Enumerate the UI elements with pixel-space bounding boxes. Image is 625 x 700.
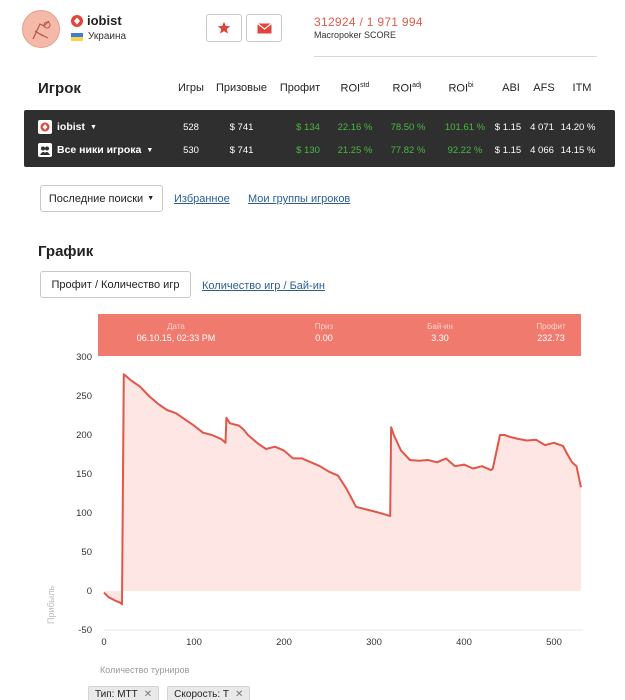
caret-down-icon: ▼ <box>90 123 97 131</box>
cell-profit: $ 134 <box>296 122 320 133</box>
col-roi-bi[interactable]: ROIbi <box>441 82 481 95</box>
cell-prizes: $ 741 <box>229 145 254 156</box>
cell-games: 530 <box>183 145 199 156</box>
tab-profit-games[interactable]: Профит / Количество игр <box>40 271 191 298</box>
score-label: Macropoker SCORE <box>314 30 397 40</box>
y-axis-label: Прибыль <box>46 586 56 624</box>
col-abi[interactable]: ABI <box>498 82 524 94</box>
player-section-title: Игрок <box>38 80 81 97</box>
all-nicks-dropdown[interactable]: Все ники игрока ▼ <box>38 143 153 157</box>
close-icon[interactable]: ✕ <box>235 689 243 700</box>
y-tick-label: 100 <box>76 508 92 519</box>
cell-profit: $ 130 <box>296 145 320 156</box>
cell-roi-adj: 77.82 % <box>390 145 426 156</box>
tooltip-buyin: Бай-ин 3.30 <box>427 322 453 343</box>
tooltip-profit: Профит 232.73 <box>536 322 566 343</box>
tab-games-buyin[interactable]: Количество игр / Бай-ин <box>202 280 325 292</box>
stats-row-all-nicks: Все ники игрока ▼ 530 $ 741 $ 130 21.25 … <box>24 140 615 160</box>
all-nicks-label: Все ники игрока <box>57 144 142 156</box>
col-games[interactable]: Игры <box>176 82 206 94</box>
player-name[interactable]: iobist <box>87 13 122 28</box>
col-itm[interactable]: ITM <box>569 82 595 94</box>
nick-label: iobist <box>57 121 85 133</box>
x-tick-label: 200 <box>276 637 292 648</box>
header-divider <box>314 56 597 57</box>
col-profit[interactable]: Профит <box>276 82 324 94</box>
x-tick-label: 0 <box>101 637 106 648</box>
tooltip-prize: Приз 0.00 <box>314 322 334 343</box>
cell-roi-bi: 92.22 % <box>447 145 483 156</box>
col-prizes[interactable]: Призовые <box>214 82 269 94</box>
col-roi-std[interactable]: ROIstd <box>335 82 375 95</box>
favorites-link[interactable]: Избранное <box>174 193 230 205</box>
x-tick-label: 400 <box>456 637 472 648</box>
x-tick-label: 100 <box>186 637 202 648</box>
y-tick-label: 300 <box>76 352 92 363</box>
tooltip-date: Дата 06.10.15, 02:33 PM <box>136 322 216 343</box>
message-button[interactable] <box>246 14 282 42</box>
caret-down-icon: ▼ <box>147 195 155 202</box>
caret-down-icon: ▼ <box>146 146 154 154</box>
y-tick-label: 200 <box>76 430 92 441</box>
x-tick-label: 500 <box>546 637 562 648</box>
close-icon[interactable]: ✕ <box>144 689 152 700</box>
recent-searches-dropdown[interactable]: Последние поиски ▼ <box>40 185 163 212</box>
graph-section-title: График <box>38 243 94 260</box>
score-value: 312924 / 1 971 994 <box>314 15 423 29</box>
profit-chart: -50 0 50 100 150 200 250 300 0 100 200 300 400 500 П… <box>46 352 583 675</box>
x-tick-label: 300 <box>366 637 382 648</box>
pokerstars-icon <box>71 14 83 27</box>
col-afs[interactable]: AFS <box>531 82 557 94</box>
profit-area <box>104 374 581 605</box>
cell-roi-bi: 101.61 % <box>444 122 486 133</box>
data-tooltip: Дата 06.10.15, 02:33 PM Приз 0.00 Бай-ин 3.… <box>98 314 581 356</box>
x-axis-label: Количество турниров <box>100 665 189 675</box>
y-tick-label: 0 <box>87 586 92 597</box>
cell-prizes: $ 741 <box>229 122 254 133</box>
cell-roi-adj: 78.50 % <box>390 122 426 133</box>
player-stats-panel: iobist ▼ 528 $ 741 $ 134 22.16 % 78.50 %… <box>24 110 615 167</box>
ukraine-flag-icon <box>71 32 83 41</box>
cell-afs: 4 066 <box>530 145 554 156</box>
my-groups-link[interactable]: Мои группы игроков <box>248 193 350 205</box>
pokerstars-icon <box>38 120 52 134</box>
cell-abi: $ 1.15 <box>494 145 522 156</box>
col-roi-adj[interactable]: ROIadj <box>387 82 427 95</box>
country-row: Украина <box>71 31 126 42</box>
y-tick-label: 250 <box>76 391 92 402</box>
y-tick-label: 150 <box>76 469 92 480</box>
star-icon <box>217 21 231 34</box>
cell-abi: $ 1.15 <box>494 122 522 133</box>
envelope-icon <box>256 22 272 33</box>
recent-searches-label: Последние поиски <box>48 192 144 205</box>
filter-chip-speed[interactable]: Скорость: Т ✕ <box>167 686 251 700</box>
cell-itm: 14.15 % <box>560 145 596 156</box>
favorite-button[interactable] <box>206 14 242 42</box>
cell-games: 528 <box>183 122 199 133</box>
filter-chips: Тип: MTT ✕ Скорость: Т ✕ <box>88 686 251 700</box>
player-name-row: iobist <box>71 13 122 28</box>
cell-afs: 4 071 <box>530 122 554 133</box>
cell-roi-std: 21.25 % <box>337 145 373 156</box>
nick-dropdown[interactable]: iobist ▼ <box>38 120 97 134</box>
group-icon <box>38 143 52 157</box>
y-tick-label: -50 <box>78 625 92 636</box>
filter-chip-type[interactable]: Тип: MTT ✕ <box>88 686 160 700</box>
avatar <box>22 10 60 48</box>
y-tick-label: 50 <box>81 547 92 558</box>
country-label: Украина <box>88 31 127 42</box>
stats-row-main: iobist ▼ 528 $ 741 $ 134 22.16 % 78.50 %… <box>24 117 615 137</box>
cell-roi-std: 22.16 % <box>337 122 373 133</box>
cell-itm: 14.20 % <box>560 122 596 133</box>
